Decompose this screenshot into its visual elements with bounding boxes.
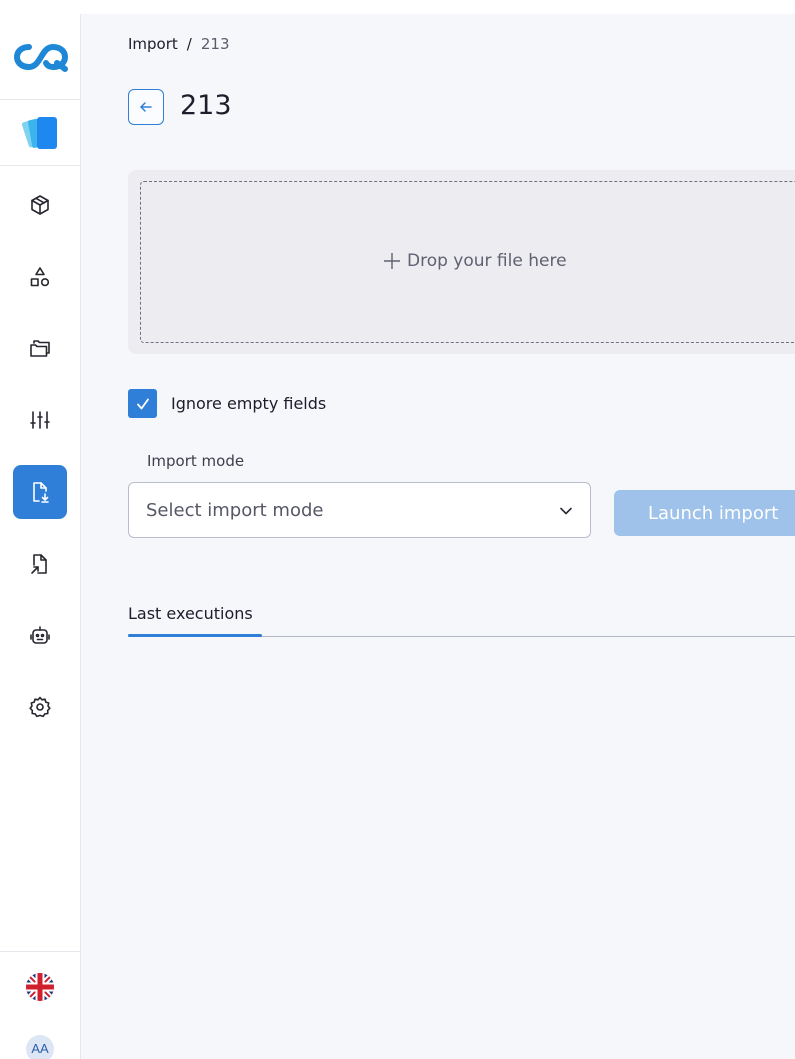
tab-last-executions[interactable]: Last executions bbox=[128, 604, 253, 637]
sidebar-item-automation[interactable] bbox=[13, 609, 67, 663]
user-avatar[interactable]: AA bbox=[26, 1035, 54, 1059]
sidebar-item-folders[interactable] bbox=[13, 321, 67, 375]
file-import-icon bbox=[33, 482, 49, 503]
sidebar-item-export[interactable] bbox=[13, 537, 67, 591]
sidebar-divider bbox=[0, 951, 81, 952]
checkmark-icon bbox=[136, 398, 149, 409]
dropzone-label: Drop your file here bbox=[383, 251, 567, 271]
breadcrumb-root[interactable]: Import bbox=[128, 35, 178, 53]
dropzone-text: Drop your file here bbox=[407, 251, 567, 271]
cube-icon bbox=[31, 195, 49, 215]
launch-import-button[interactable]: Launch import bbox=[614, 490, 795, 536]
sidebar-item-settings-sliders[interactable] bbox=[13, 393, 67, 447]
back-button[interactable] bbox=[128, 89, 164, 125]
breadcrumb: Import / 213 bbox=[128, 35, 230, 53]
robot-icon bbox=[30, 626, 50, 644]
sidebar-item-settings[interactable] bbox=[13, 680, 67, 734]
language-flag-uk-icon[interactable] bbox=[26, 973, 54, 1001]
chevron-down-icon bbox=[558, 503, 574, 519]
sidebar-item-import[interactable] bbox=[13, 465, 67, 519]
app-cards-icon bbox=[21, 116, 57, 149]
arrow-left-icon bbox=[140, 102, 152, 112]
import-mode-select[interactable]: Select import mode bbox=[128, 482, 591, 538]
ignore-empty-fields-checkbox[interactable] bbox=[128, 389, 157, 418]
infinity-logo-icon bbox=[13, 43, 68, 72]
import-mode-placeholder: Select import mode bbox=[146, 500, 324, 521]
sidebar-item-shapes[interactable] bbox=[13, 250, 67, 304]
tabs-bar: Last executions bbox=[128, 604, 795, 637]
sliders-icon bbox=[30, 411, 50, 429]
sidebar-item-products[interactable] bbox=[13, 178, 67, 232]
app-logo[interactable] bbox=[0, 14, 81, 100]
import-mode-label: Import mode bbox=[147, 452, 245, 470]
breadcrumb-separator: / bbox=[186, 35, 192, 53]
app-switcher[interactable] bbox=[0, 100, 81, 166]
plus-icon bbox=[384, 253, 400, 269]
top-strip bbox=[0, 0, 795, 14]
folders-icon bbox=[30, 340, 50, 357]
gear-icon bbox=[29, 696, 51, 718]
file-export-icon bbox=[31, 554, 47, 574]
shapes-icon bbox=[30, 267, 50, 287]
page-title: 213 bbox=[180, 90, 232, 121]
sidebar: AA bbox=[0, 14, 81, 1059]
ignore-empty-fields-label[interactable]: Ignore empty fields bbox=[171, 394, 326, 413]
breadcrumb-current: 213 bbox=[200, 35, 230, 53]
tab-active-indicator bbox=[128, 634, 262, 637]
